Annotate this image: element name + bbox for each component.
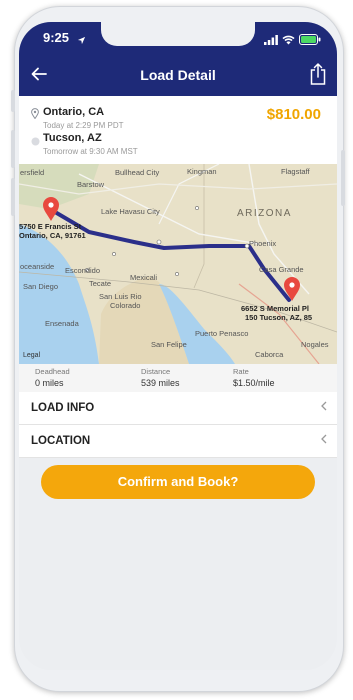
map-label: ersfield — [20, 168, 45, 177]
route-map[interactable]: ersfield Barstow Bullhead City Kingman F… — [19, 164, 337, 364]
destination-time: Tomorrow at 9:30 AM MST — [43, 147, 138, 156]
map-label: Caborca — [255, 350, 284, 359]
origin-city: Ontario, CA — [43, 106, 105, 118]
map-label: Flagstaff — [281, 167, 310, 176]
destination-address-line-1: 6652 S Memorial Pl — [241, 304, 309, 313]
load-stats: Deadhead 0 miles Distance 539 miles Rate… — [19, 364, 337, 392]
map-label: San Luis Rio — [99, 292, 142, 301]
stat-label: Deadhead — [35, 367, 70, 376]
origin-address-line-1: 5750 E Francis St — [19, 222, 82, 231]
signal-icon — [264, 32, 278, 50]
app-screen: 9:25 Load Detail Ontario, CA Today at 2:… — [19, 22, 337, 670]
map-legal-link[interactable]: Legal — [23, 352, 40, 359]
map-label: Puerto Penasco — [195, 329, 249, 338]
status-icons — [264, 32, 321, 50]
section-location[interactable]: LOCATION — [19, 425, 337, 458]
stat-value: $1.50/mile — [233, 378, 275, 388]
map-label: Nogales — [301, 340, 329, 349]
stat-rate: Rate $1.50/mile — [233, 367, 275, 388]
destination-address-line-2: 150 Tucson, AZ, 85 — [245, 313, 313, 322]
stat-deadhead: Deadhead 0 miles — [35, 367, 70, 388]
map-label: Colorado — [110, 301, 141, 310]
map-label: Escondido — [65, 266, 101, 275]
map-label: Mexicali — [130, 273, 158, 282]
stat-distance: Distance 539 miles — [141, 367, 180, 388]
nav-bar: Load Detail — [19, 56, 337, 96]
stat-value: 539 miles — [141, 378, 180, 388]
map-label: Phoenix — [249, 239, 277, 248]
phone-notch — [101, 22, 255, 46]
share-icon — [310, 63, 326, 85]
chevron-left-icon — [321, 433, 327, 447]
location-arrow-icon — [77, 32, 86, 50]
map-label: Ensenada — [45, 319, 79, 328]
silent-switch — [11, 90, 15, 112]
map-label: ARIZONA — [237, 208, 292, 219]
section-label: LOCATION — [31, 435, 91, 447]
status-time: 9:25 — [43, 30, 70, 45]
destination-city: Tucson, AZ — [43, 132, 102, 144]
wifi-icon — [282, 32, 295, 50]
map-label: Lake Havasu City — [101, 207, 160, 216]
share-button[interactable] — [309, 62, 327, 91]
route-summary: Ontario, CA Today at 2:29 PM PDT Tucson,… — [19, 96, 337, 164]
map-label: Barstow — [77, 180, 105, 189]
map-label: San Felipe — [151, 340, 187, 349]
load-price: $810.00 — [266, 106, 321, 123]
power-button — [341, 150, 345, 206]
page-title: Load Detail — [140, 67, 216, 83]
location-pin-icon — [31, 106, 39, 124]
map-label: San Diego — [23, 282, 59, 291]
origin-address-line-2: Ontario, CA, 91761 — [19, 231, 86, 240]
volume-down-button — [11, 178, 15, 216]
map-labels: ersfield Barstow Bullhead City Kingman F… — [19, 164, 337, 364]
destination-dot-icon — [31, 133, 40, 151]
map-label: Kingman — [187, 167, 217, 176]
chevron-left-icon — [321, 400, 327, 414]
section-label: LOAD INFO — [31, 402, 95, 414]
stat-value: 0 miles — [35, 378, 64, 388]
battery-icon — [299, 32, 321, 50]
confirm-book-button[interactable]: Confirm and Book? — [41, 465, 315, 499]
origin-time: Today at 2:29 PM PDT — [43, 121, 124, 130]
map-label: Bullhead City — [115, 168, 160, 177]
map-label: Tecate — [89, 279, 112, 288]
stat-label: Rate — [233, 367, 249, 376]
map-label: Casa Grande — [259, 265, 304, 274]
stat-label: Distance — [141, 367, 171, 376]
volume-up-button — [11, 130, 15, 168]
map-label: oceanside — [20, 262, 55, 271]
section-load-info[interactable]: LOAD INFO — [19, 392, 337, 425]
